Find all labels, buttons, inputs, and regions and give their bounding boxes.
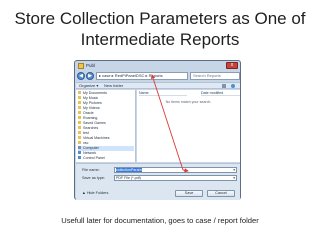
nav-item-label: Oracle xyxy=(83,111,94,115)
folder-icon xyxy=(78,106,81,110)
folder-icon xyxy=(78,136,81,140)
folder-icon xyxy=(78,156,81,160)
dialog-title: Publ xyxy=(86,63,96,68)
folder-icon xyxy=(78,121,81,125)
help-icon[interactable] xyxy=(231,84,235,88)
hide-folders-button[interactable]: ▲ Hide Folders xyxy=(82,190,108,196)
nav-item-label: test xyxy=(83,131,89,135)
slide-caption: Usefull later for documentation, goes to… xyxy=(61,216,259,225)
empty-message: No items match your search. xyxy=(165,100,212,104)
save-type-select[interactable]: PDF File (*.pdf) ▾ xyxy=(114,175,237,181)
address-bar[interactable]: ▸ case ▸ RedPiPanelDSC ▸ Reports xyxy=(96,72,188,80)
save-dialog: Publ x ◀ ▶ ▸ case ▸ RedPiPanelDSC ▸ Repo… xyxy=(74,60,241,200)
folder-icon xyxy=(78,126,81,130)
nav-item-label: My Documents xyxy=(83,91,107,95)
slide-title: Store Collection Parameters as One of In… xyxy=(0,8,320,50)
nav-item-label: Computer xyxy=(83,146,99,150)
folder-icon xyxy=(78,141,81,145)
file-list: Name Date modified No items match your s… xyxy=(137,90,240,162)
search-input[interactable]: Search Reports xyxy=(190,72,240,80)
save-type-value: PDF File (*.pdf) xyxy=(116,176,141,180)
save-button[interactable]: Save xyxy=(175,190,203,197)
nav-item-label: Roaming xyxy=(83,116,98,120)
folder-icon xyxy=(78,131,81,135)
nav-item-label: Network xyxy=(83,151,97,155)
nav-item-label: Virtual Machines xyxy=(83,136,110,140)
nav-item-label: vsc xyxy=(83,141,89,145)
nav-item-label: Control Panel xyxy=(83,156,105,160)
folder-icon xyxy=(78,91,81,95)
column-header-name[interactable]: Name xyxy=(139,90,187,96)
folder-icon xyxy=(78,146,81,150)
back-button[interactable]: ◀ xyxy=(77,72,85,80)
folder-icon xyxy=(78,101,81,105)
column-header-date[interactable]: Date modified xyxy=(201,90,240,96)
navigation-pane: My Documents My Music My Pictures My Videos… xyxy=(76,90,136,162)
save-panel: File name: collectionParam ▾ Save as typ… xyxy=(76,163,240,200)
slide-title-line-2: Intermediate Reports xyxy=(80,30,240,49)
nav-item-label: My Music xyxy=(83,96,99,100)
slide-title-line-1: Store Collection Parameters as One of xyxy=(14,9,306,28)
cancel-button[interactable]: Cancel xyxy=(207,190,235,197)
close-button[interactable]: x xyxy=(226,62,238,69)
folder-icon xyxy=(78,96,81,100)
organize-button[interactable]: Organize ▾ xyxy=(79,83,98,89)
nav-item-label: My Videos xyxy=(83,106,100,110)
dialog-titlebar: Publ x xyxy=(75,61,240,71)
nav-item-label: Searches xyxy=(83,126,99,130)
view-options-icon[interactable] xyxy=(222,84,226,88)
chevron-down-icon: ▾ xyxy=(233,168,235,172)
address-row: ◀ ▶ ▸ case ▸ RedPiPanelDSC ▸ Reports Sea… xyxy=(77,72,240,81)
file-name-input[interactable]: collectionParam ▾ xyxy=(114,167,237,173)
app-icon xyxy=(78,63,84,69)
folder-icon xyxy=(78,151,81,155)
chevron-down-icon: ▾ xyxy=(233,176,235,180)
file-name-value: collectionParam xyxy=(116,168,142,172)
file-name-label: File name: xyxy=(82,168,100,172)
folder-icon xyxy=(78,111,81,115)
toolbar: Organize ▾ New folder xyxy=(76,82,240,89)
nav-item-label: My Pictures xyxy=(83,101,102,105)
new-folder-button[interactable]: New folder xyxy=(104,83,123,89)
folder-icon xyxy=(78,116,81,120)
nav-item-label: Saved Games xyxy=(83,121,106,125)
forward-button[interactable]: ▶ xyxy=(86,72,94,80)
save-type-label: Save as type: xyxy=(82,176,106,180)
nav-item-control-panel[interactable]: Control Panel xyxy=(78,156,134,161)
